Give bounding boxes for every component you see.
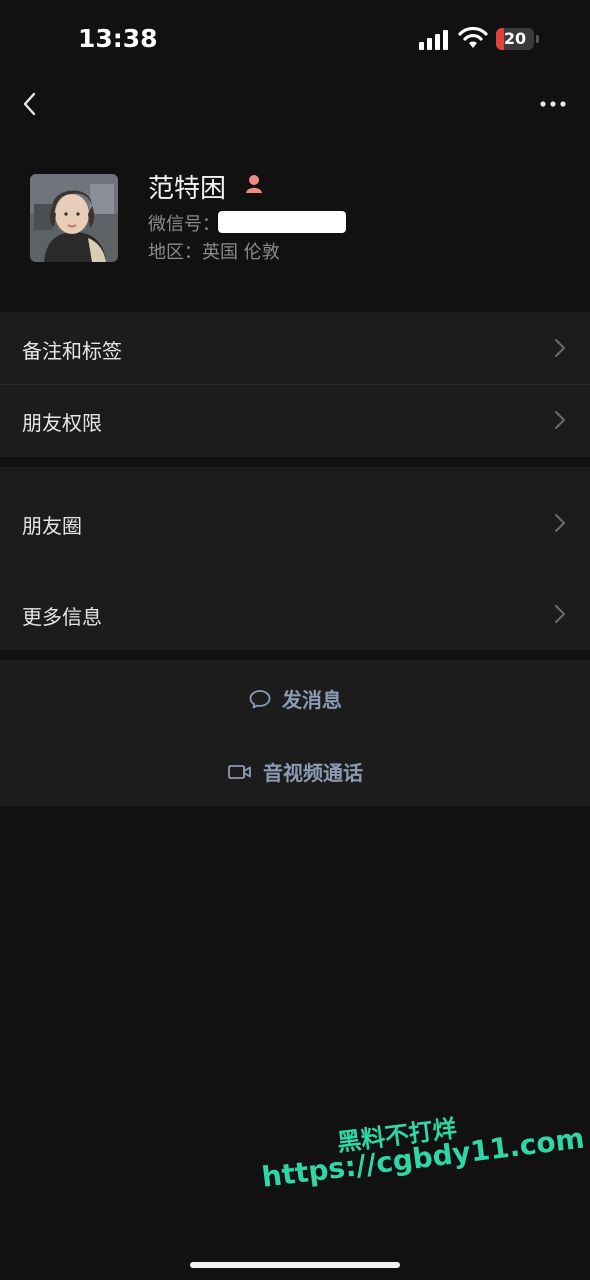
- cellular-signal-icon: [419, 30, 448, 50]
- video-call-button[interactable]: 音视频通话: [0, 757, 590, 787]
- wechat-id-label: 微信号：: [148, 214, 220, 235]
- chevron-right-icon: [555, 605, 565, 623]
- actions-group: 发消息 音视频通话: [0, 660, 590, 806]
- friend-permissions-row[interactable]: 朋友权限: [0, 385, 590, 457]
- video-call-label: 音视频通话: [263, 761, 363, 785]
- avatar[interactable]: [30, 174, 118, 262]
- friend-permissions-label: 朋友权限: [22, 411, 102, 435]
- moments-label: 朋友圈: [22, 514, 82, 538]
- moments-row[interactable]: 朋友圈: [0, 467, 590, 558]
- region-text: 地区：英国 伦敦: [148, 242, 280, 263]
- navigation-bar: [0, 80, 590, 130]
- status-bar: 13:38 20: [0, 0, 590, 80]
- send-message-label: 发消息: [282, 688, 342, 712]
- wechat-id-redacted: [218, 211, 346, 233]
- chevron-right-icon: [555, 514, 565, 532]
- wifi-icon: [458, 26, 488, 48]
- more-info-label: 更多信息: [22, 605, 102, 629]
- chevron-right-icon: [555, 339, 565, 357]
- chat-bubble-icon: [249, 689, 271, 708]
- chevron-left-icon[interactable]: [18, 90, 42, 118]
- send-message-button[interactable]: 发消息: [0, 684, 590, 715]
- settings-group-2: 朋友圈 更多信息: [0, 467, 590, 650]
- female-icon: [246, 175, 262, 193]
- remarks-and-tags-row[interactable]: 备注和标签: [0, 312, 590, 384]
- more-info-row[interactable]: 更多信息: [0, 558, 590, 650]
- remarks-and-tags-label: 备注和标签: [22, 339, 122, 363]
- video-camera-icon: [228, 764, 251, 779]
- battery-indicator: 20: [496, 28, 540, 50]
- profile-header: 范特困 微信号： 地区：英国 伦敦: [0, 150, 590, 300]
- more-dots-icon[interactable]: [538, 94, 568, 114]
- battery-level: 20: [503, 29, 527, 48]
- chevron-right-icon: [555, 411, 565, 429]
- status-time: 13:38: [78, 24, 158, 53]
- settings-group-1: 备注和标签 朋友权限: [0, 312, 590, 457]
- contact-name: 范特困: [148, 174, 227, 204]
- home-indicator[interactable]: [190, 1262, 400, 1268]
